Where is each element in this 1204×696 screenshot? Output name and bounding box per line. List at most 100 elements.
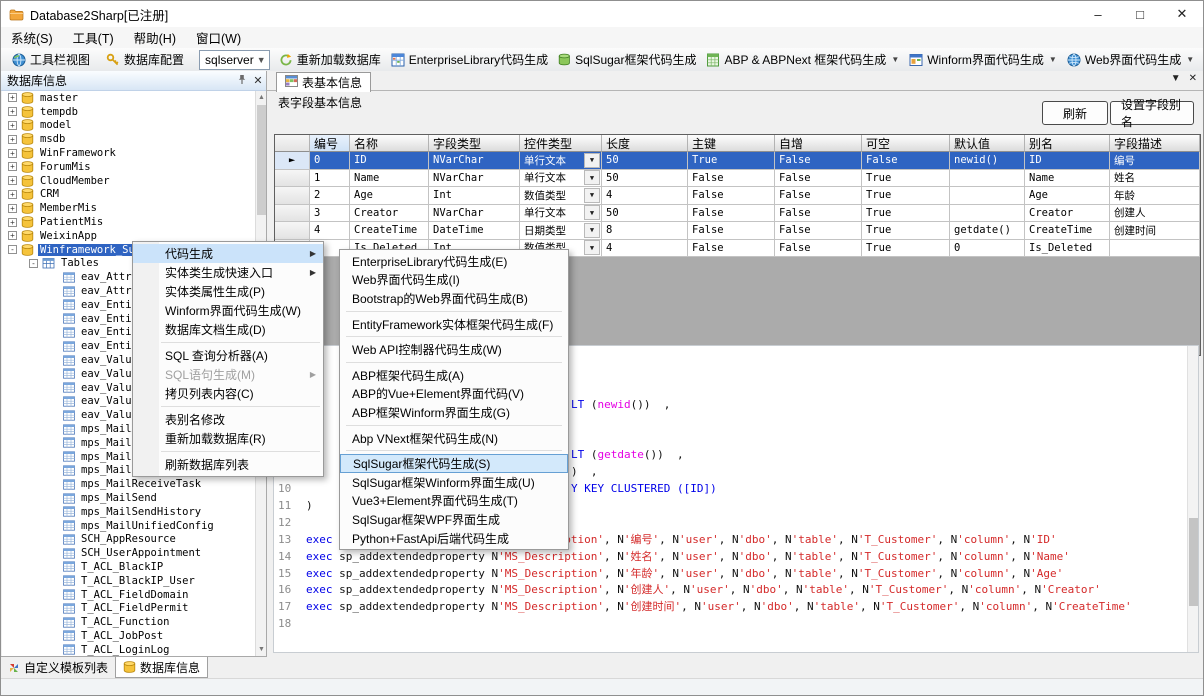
column-header-7[interactable]: 可空 (862, 135, 950, 152)
grid-cell[interactable]: Name (1025, 170, 1110, 188)
grid-cell[interactable]: Creator (350, 205, 429, 223)
expand-icon[interactable]: + (8, 135, 17, 144)
collapse-icon[interactable]: - (8, 245, 17, 254)
toolbar-button-enterpriselibrary[interactable]: EnterpriseLibrary代码生成 (386, 49, 553, 71)
code-scrollbar[interactable] (1187, 346, 1198, 652)
chevron-down-icon[interactable]: ▼ (891, 55, 899, 64)
grid-cell[interactable]: False (775, 170, 862, 188)
database-type-combobox[interactable]: sqlserver▼ (199, 50, 270, 70)
grid-cell[interactable] (950, 187, 1025, 205)
grid-cell[interactable]: 年龄 (1110, 187, 1200, 205)
grid-cell[interactable]: ID (350, 152, 429, 170)
tree-item-master[interactable]: +master (2, 91, 256, 105)
menu-item-sqlsugarwpf[interactable]: SqlSugar框架WPF界面生成 (340, 510, 568, 529)
chevron-down-icon[interactable]: ▼ (584, 188, 600, 203)
expand-icon[interactable]: + (8, 121, 17, 130)
grid-cell[interactable]: 3 (310, 205, 350, 223)
tree-item-crm[interactable]: +CRM (2, 188, 256, 202)
tree-item-t_acl_loginlog[interactable]: T_ACL_LoginLog (2, 643, 256, 656)
scroll-down-icon[interactable]: ▼ (256, 643, 267, 656)
grid-cell[interactable]: 50 (602, 170, 688, 188)
column-header-1[interactable]: 名称 (350, 135, 429, 152)
menubar-item-3[interactable]: 窗口(W) (186, 27, 251, 48)
grid-cell[interactable] (950, 205, 1025, 223)
column-header-3[interactable]: 控件类型 (520, 135, 602, 152)
tree-item-sch_appresource[interactable]: SCH_AppResource (2, 533, 256, 547)
menu-item-vue3elementt[interactable]: Vue3+Element界面代码生成(T) (340, 492, 568, 511)
row-header-cell[interactable] (275, 205, 310, 223)
menu-item-webi[interactable]: Web界面代码生成(I) (340, 271, 568, 290)
menu-item-sqlm[interactable]: SQL语句生成(M)▶ (133, 365, 323, 384)
menubar-item-1[interactable]: 工具(T) (63, 27, 124, 48)
menu-item-abpwinformg[interactable]: ABP框架Winform界面生成(G) (340, 403, 568, 422)
expand-icon[interactable]: + (8, 176, 17, 185)
grid-cell[interactable]: 8 (602, 222, 688, 240)
tree-item-cloudmember[interactable]: +CloudMember (2, 174, 256, 188)
menu-item-winformw[interactable]: Winform界面代码生成(W) (133, 301, 323, 320)
grid-cell[interactable]: 2 (310, 187, 350, 205)
close-button[interactable]: ✕ (1161, 1, 1203, 27)
scroll-up-icon[interactable]: ▲ (256, 91, 267, 104)
toolbar-button-web[interactable]: Web界面代码生成▼ (1062, 49, 1199, 71)
menu-item-enterpriselibrarye[interactable]: EnterpriseLibrary代码生成(E) (340, 252, 568, 271)
toolbar-button-[interactable]: 工具栏视图 (7, 49, 95, 71)
grid-cell[interactable]: False (688, 240, 775, 258)
grid-cell[interactable]: 50 (602, 152, 688, 170)
grid-cell[interactable]: False (775, 240, 862, 258)
column-header-5[interactable]: 主键 (688, 135, 775, 152)
grid-cell[interactable]: True (862, 205, 950, 223)
tree-item-mps_mailunifiedconfig[interactable]: mps_MailUnifiedConfig (2, 519, 256, 533)
tree-item-t_acl_blackip_user[interactable]: T_ACL_BlackIP_User (2, 574, 256, 588)
grid-cell[interactable]: True (862, 187, 950, 205)
collapse-icon[interactable]: - (29, 259, 38, 268)
grid-cell[interactable]: Int (429, 187, 520, 205)
grid-cell[interactable]: Creator (1025, 205, 1110, 223)
tree-item-mps_mailsend[interactable]: mps_MailSend (2, 491, 256, 505)
grid-cell[interactable] (950, 170, 1025, 188)
grid-cell[interactable]: CreateTime (1025, 222, 1110, 240)
grid-cell[interactable]: True (862, 240, 950, 258)
menu-item-webapiw[interactable]: Web API控制器代码生成(W) (340, 340, 568, 359)
column-header-9[interactable]: 别名 (1025, 135, 1110, 152)
menu-item-abpvnextn[interactable]: Abp VNext框架代码生成(N) (340, 429, 568, 448)
grid-cell[interactable]: 姓名 (1110, 170, 1200, 188)
grid-cell[interactable]: 1 (310, 170, 350, 188)
grid-cell[interactable]: 4 (602, 240, 688, 258)
set-field-alias-button[interactable]: 设置字段别名 (1110, 101, 1194, 125)
tree-item-t_acl_function[interactable]: T_ACL_Function (2, 615, 256, 629)
menu-item-bootstrapwebb[interactable]: Bootstrap的Web界面代码生成(B) (340, 289, 568, 308)
tree-item-patientmis[interactable]: +PatientMis (2, 215, 256, 229)
toolbar-button-winform[interactable]: Winform界面代码生成▼ (904, 49, 1062, 71)
tree-item-tempdb[interactable]: +tempdb (2, 105, 256, 119)
menu-item-sqlsugarwinformu[interactable]: SqlSugar框架Winform界面生成(U) (340, 473, 568, 492)
close-icon[interactable]: ✕ (250, 74, 266, 87)
grid-cell[interactable]: Age (1025, 187, 1110, 205)
menubar-item-2[interactable]: 帮助(H) (124, 27, 186, 48)
chevron-down-icon[interactable]: ▼ (584, 223, 600, 238)
refresh-button[interactable]: 刷新 (1042, 101, 1108, 125)
menu-item-[interactable]: 表别名修改 (133, 410, 323, 429)
grid-cell[interactable]: False (775, 187, 862, 205)
grid-row-4[interactable]: 4CreateTimeDateTime日期类型▼8FalseFalseTrueg… (275, 222, 1200, 240)
menu-item-entityframeworkf[interactable]: EntityFramework实体框架代码生成(F) (340, 315, 568, 334)
toolbar-button-[interactable]: 重新加载数据库 (274, 49, 386, 71)
tree-item-membermis[interactable]: +MemberMis (2, 201, 256, 215)
grid-cell[interactable]: 数值类型▼ (520, 187, 602, 205)
grid-cell[interactable]: 日期类型▼ (520, 222, 602, 240)
chevron-down-icon[interactable]: ▼ (254, 55, 269, 65)
grid-cell[interactable]: False (775, 152, 862, 170)
grid-cell[interactable]: False (688, 205, 775, 223)
menu-item-[interactable]: 刷新数据库列表 (133, 455, 323, 474)
row-indicator-arrow-icon[interactable]: ► (275, 152, 310, 170)
grid-cell[interactable]: ID (1025, 152, 1110, 170)
chevron-down-icon[interactable]: ▼ (1049, 55, 1057, 64)
tree-item-t_acl_fielddomain[interactable]: T_ACL_FieldDomain (2, 588, 256, 602)
toolbar-button-[interactable]: 数据库配置 (101, 49, 189, 71)
menu-item-[interactable]: 实体类生成快速入口▶ (133, 263, 323, 282)
grid-cell[interactable]: True (862, 170, 950, 188)
chevron-down-icon[interactable]: ▼ (584, 205, 600, 220)
grid-row-1[interactable]: 1NameNVarChar单行文本▼50FalseFalseTrueName姓名 (275, 170, 1200, 188)
grid-cell[interactable]: 单行文本▼ (520, 205, 602, 223)
expand-icon[interactable]: + (8, 107, 17, 116)
grid-corner-cell[interactable] (275, 135, 310, 152)
